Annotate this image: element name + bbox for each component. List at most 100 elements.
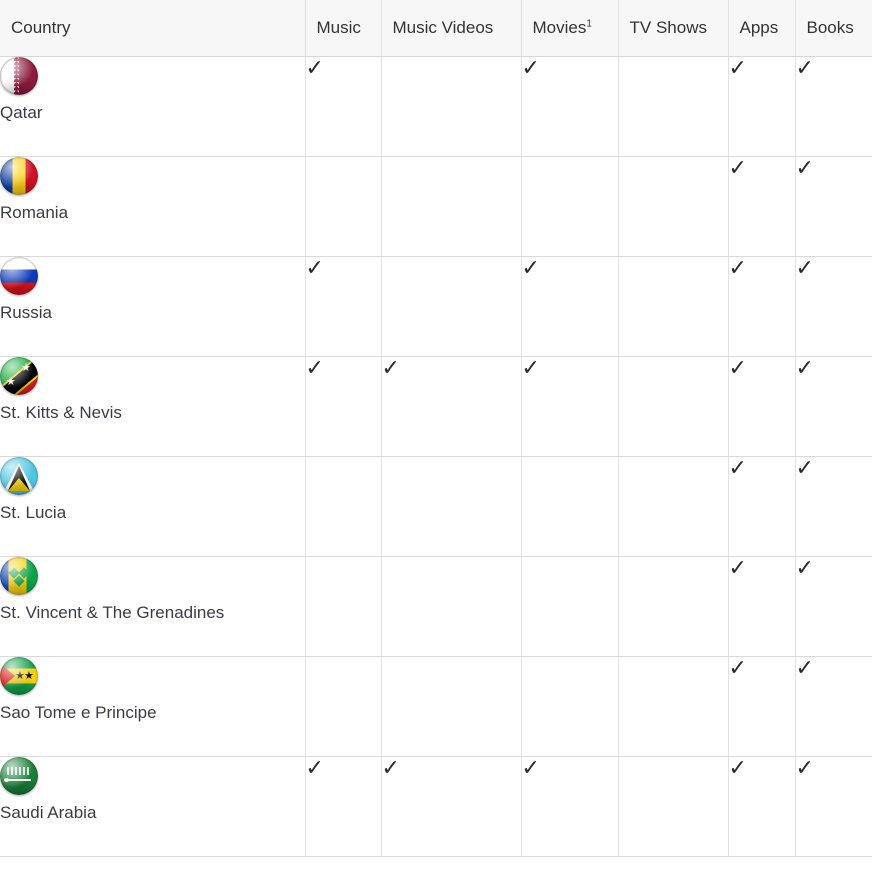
check-icon: ✓ [728,455,747,481]
cell-apps: ✓ [728,355,796,457]
country-name: St. Vincent & The Grenadines [0,602,225,622]
header-row: Country Music Music Videos Movies1 TV Sh… [0,0,872,57]
column-header-apps[interactable]: Apps [728,0,796,57]
cell-music-videos [381,656,522,757]
cell-music [305,456,382,557]
cell-books: ✓ [795,155,872,257]
country-cell: St. Vincent & The Grenadines [0,556,306,657]
check-icon: ✓ [521,255,540,281]
country-name: St. Lucia [0,502,67,522]
cell-apps: ✓ [728,455,796,557]
table-row: St. Vincent & The Grenadines ✓ ✓ [0,555,872,657]
check-icon: ✓ [728,655,747,681]
check-icon: ✓ [305,755,324,781]
check-icon: ✓ [728,755,747,781]
column-header-movies-label: Movies [532,17,587,37]
check-icon: ✓ [305,55,324,81]
check-icon: ✓ [381,355,400,381]
check-icon: ✓ [381,755,400,781]
column-header-country-label: Country [11,17,71,37]
st-kitts-and-nevis-flag-icon: ★ ★ [0,356,38,395]
column-header-books-label: Books [806,17,854,37]
table-row: ★ ★ Sao Tome e Principe ✓ ✓ [0,655,872,757]
cell-music [305,556,382,657]
st-vincent-and-the-grenadines-flag-icon [0,556,38,595]
cell-movies [521,156,619,257]
table-row: Qatar ✓ ✓ ✓ ✓ [0,55,872,157]
country-cell: Saudi Arabia [0,756,306,857]
check-icon: ✓ [795,555,814,581]
country-cell: ★ ★ St. Kitts & Nevis [0,356,306,457]
cell-tv-shows [618,356,729,457]
table-row: Saudi Arabia ✓ ✓ ✓ ✓ ✓ [0,755,872,857]
cell-movies [521,456,619,557]
cell-music: ✓ [305,55,382,157]
movies-footnote-marker[interactable]: 1 [586,18,592,29]
cell-music [305,156,382,257]
sao-tome-e-principe-flag-icon: ★ ★ [0,656,38,695]
romania-flag-icon [0,156,38,195]
check-icon: ✓ [795,355,814,381]
country-cell: Qatar [0,56,306,157]
cell-books: ✓ [795,56,872,157]
table-row: Romania ✓ ✓ [0,155,872,257]
cell-apps: ✓ [728,755,796,857]
check-icon: ✓ [521,55,540,81]
saudi-arabia-flag-icon [0,756,38,795]
cell-tv-shows [618,56,729,157]
cell-music: ✓ [305,755,382,857]
country-name: Russia [0,302,52,322]
cell-music-videos [381,556,522,657]
country-cell: Romania [0,156,306,257]
country-name: Qatar [0,102,43,122]
check-icon: ✓ [521,355,540,381]
cell-apps: ✓ [728,555,796,657]
cell-music-videos [381,256,522,357]
check-icon: ✓ [728,555,747,581]
cell-tv-shows [618,256,729,357]
column-header-music[interactable]: Music [305,0,382,57]
check-icon: ✓ [795,155,814,181]
cell-books: ✓ [795,555,872,657]
st-lucia-flag-icon [0,456,38,495]
column-header-music-label: Music [316,17,361,37]
cell-apps: ✓ [728,655,796,757]
column-header-tv-shows[interactable]: TV Shows [618,0,729,57]
cell-movies [521,556,619,657]
country-cell: ★ ★ Sao Tome e Principe [0,656,306,757]
check-icon: ✓ [728,355,747,381]
cell-tv-shows [618,756,729,857]
table-body: Qatar ✓ ✓ ✓ ✓ Romania ✓ ✓ Russia ✓ ✓ ✓ ✓… [0,55,872,857]
cell-tv-shows [618,656,729,757]
cell-books: ✓ [795,755,872,857]
check-icon: ✓ [795,755,814,781]
column-header-music-videos[interactable]: Music Videos [381,0,522,57]
country-cell: Russia [0,256,306,357]
check-icon: ✓ [728,55,747,81]
cell-music-videos [381,456,522,557]
cell-tv-shows [618,456,729,557]
country-name: St. Kitts & Nevis [0,402,122,422]
check-icon: ✓ [521,755,540,781]
cell-music-videos [381,56,522,157]
check-icon: ✓ [305,355,324,381]
cell-books: ✓ [795,455,872,557]
russia-flag-icon [0,256,38,295]
table-row: ★ ★ St. Kitts & Nevis ✓ ✓ ✓ ✓ ✓ [0,355,872,457]
country-cell: St. Lucia [0,456,306,557]
column-header-music-videos-label: Music Videos [392,17,494,37]
cell-movies: ✓ [521,255,619,357]
cell-music-videos: ✓ [381,755,522,857]
cell-books: ✓ [795,256,872,357]
cell-music-videos: ✓ [381,355,522,457]
column-header-movies[interactable]: Movies1 [521,0,619,57]
cell-books: ✓ [795,656,872,757]
column-header-country[interactable]: Country [0,0,306,57]
cell-music [305,656,382,757]
column-header-books[interactable]: Books [795,0,872,57]
column-header-tv-shows-label: TV Shows [629,17,707,37]
check-icon: ✓ [795,455,814,481]
country-name: Romania [0,202,69,222]
cell-apps: ✓ [728,256,796,357]
country-name: Sao Tome e Principe [0,702,157,722]
